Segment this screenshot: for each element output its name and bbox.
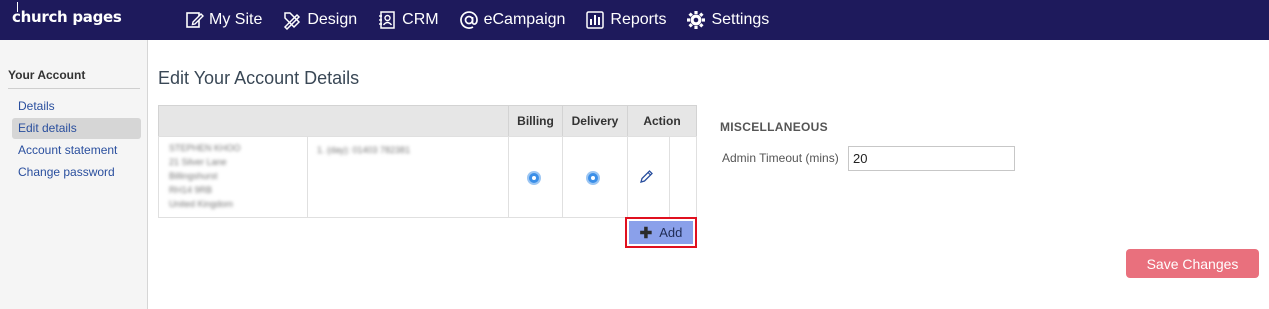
action-spacer-cell (669, 136, 697, 218)
sidebar-divider (8, 88, 140, 89)
gear-icon (687, 11, 706, 29)
add-address-button[interactable]: ✚ Add (625, 217, 697, 248)
nav-label-settings: Settings (711, 11, 770, 28)
table-header-address (158, 105, 509, 137)
brand-logo[interactable]: church pages (12, 2, 122, 26)
brand-logo-text: church pages (12, 8, 122, 26)
sidebar-title: Your Account (8, 68, 86, 82)
contacts-icon (379, 11, 395, 29)
sidebar-item-details[interactable]: Details (12, 96, 141, 117)
church-spire-icon (17, 2, 18, 12)
misc-heading: MISCELLANEOUS (720, 120, 828, 134)
design-tools-icon (284, 12, 301, 30)
add-button-label: Add (659, 225, 683, 240)
account-sidebar: Your Account Details Edit details Accoun… (0, 40, 148, 309)
nav-item-settings[interactable]: Settings (686, 10, 769, 30)
sidebar-item-edit-details[interactable]: Edit details (12, 118, 141, 139)
nav-item-my-site[interactable]: My Site (184, 10, 262, 30)
top-navigation-bar: church pages My Site Design CRM eCampaig… (0, 0, 1269, 40)
delivery-cell (562, 136, 628, 218)
phone-cell: 1. (day): 01403 782381 (307, 136, 509, 218)
bar-chart-icon (586, 11, 605, 29)
nav-item-crm[interactable]: CRM (377, 10, 439, 30)
edit-page-icon (186, 12, 204, 28)
pencil-icon[interactable] (638, 169, 654, 185)
add-button-face: ✚ Add (629, 221, 693, 244)
address-cell: STEPHEN KHOO 21 Silver Lane Billingshurs… (158, 136, 308, 218)
page-title: Edit Your Account Details (158, 68, 360, 88)
table-header-billing: Billing (508, 105, 563, 137)
admin-timeout-input[interactable] (848, 146, 1015, 171)
table-header-action: Action (627, 105, 697, 137)
billing-radio[interactable] (527, 171, 541, 185)
nav-label-reports: Reports (610, 11, 667, 28)
phone-text: 1. (day): 01403 782381 (317, 145, 411, 155)
address-text: STEPHEN KHOO 21 Silver Lane Billingshurs… (169, 143, 241, 209)
sidebar-item-account-statement[interactable]: Account statement (12, 140, 141, 161)
sidebar-item-change-password[interactable]: Change password (12, 162, 141, 183)
nav-item-reports[interactable]: Reports (585, 10, 666, 30)
save-changes-button[interactable]: Save Changes (1126, 249, 1259, 278)
admin-timeout-label: Admin Timeout (mins) (722, 151, 839, 165)
delivery-radio[interactable] (586, 171, 600, 185)
action-cell (627, 136, 670, 218)
at-sign-icon (459, 11, 478, 29)
nav-item-ecampaign[interactable]: eCampaign (459, 10, 566, 30)
nav-item-design[interactable]: Design (282, 10, 357, 30)
nav-label-my-site: My Site (209, 11, 263, 28)
table-header-delivery: Delivery (562, 105, 628, 137)
nav-label-crm: CRM (402, 11, 439, 28)
main-nav: My Site Design CRM eCampaign Reports Set… (184, 0, 789, 40)
nav-label-design: Design (307, 11, 358, 28)
nav-label-ecampaign: eCampaign (483, 11, 566, 28)
plus-icon: ✚ (639, 224, 653, 242)
billing-cell (508, 136, 563, 218)
